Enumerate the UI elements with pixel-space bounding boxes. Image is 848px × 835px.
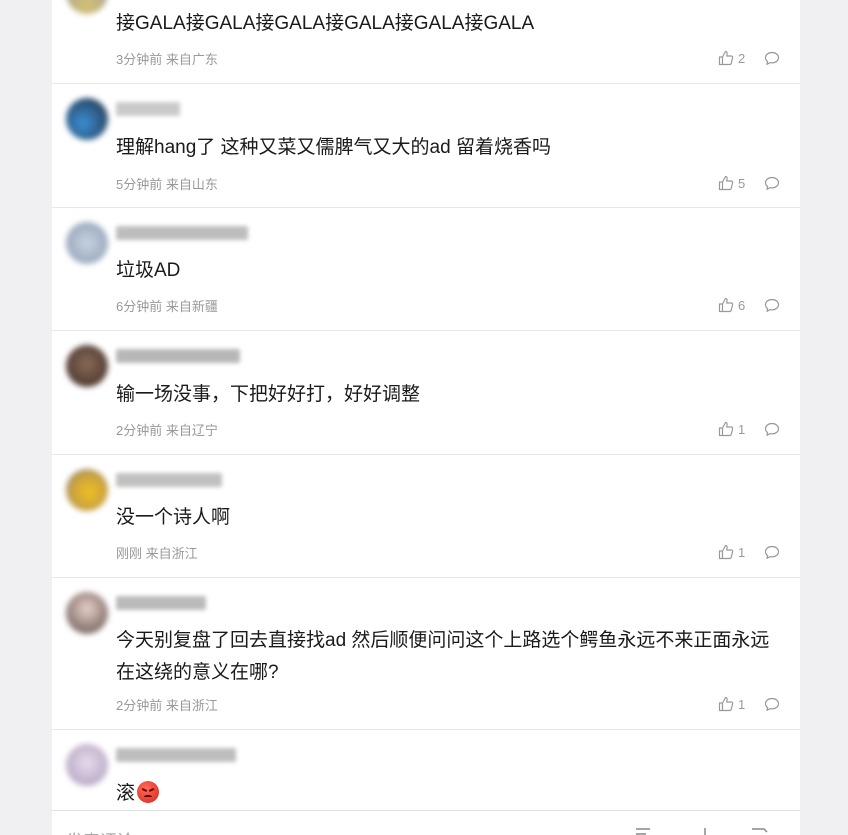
like-count: 1	[738, 696, 746, 712]
comment-actions: 5	[718, 174, 780, 192]
avatar[interactable]	[66, 592, 108, 634]
comment-meta: 刚刚 来自浙江	[116, 546, 198, 561]
thumbs-up-icon	[718, 297, 734, 313]
comment-text: 垃圾AD	[116, 260, 181, 281]
username[interactable]	[116, 596, 206, 610]
like-count: 1	[738, 421, 746, 437]
share-icon[interactable]	[750, 827, 770, 835]
like-count: 1	[738, 544, 746, 560]
avatar[interactable]	[66, 345, 108, 387]
comment-actions: 6	[718, 296, 780, 314]
comment-meta: 6分钟前 来自新疆	[116, 299, 218, 314]
comment-bubble-icon	[764, 176, 780, 190]
username[interactable]	[116, 102, 180, 116]
comment-item: 输一场没事，下把好好打，好好调整 2分钟前 来自辽宁 1	[52, 331, 800, 455]
like-button[interactable]: 1	[718, 696, 748, 712]
angry-face-emoji-icon	[137, 781, 160, 803]
comment-text: 理解hang了 这种又菜又儒脾气又大的ad 留着烧香吗	[116, 137, 551, 158]
comment-list-page: 接GALA接GALA接GALA接GALA接GALA接GALA 3分钟前 来自广东…	[52, 0, 800, 835]
username[interactable]	[116, 226, 248, 240]
comment-input[interactable]: 发表评论	[66, 827, 134, 835]
like-button[interactable]: 5	[718, 175, 748, 191]
comment-text: 接GALA接GALA接GALA接GALA接GALA接GALA	[116, 13, 535, 34]
like-icon[interactable]	[698, 827, 712, 835]
comment-actions: 1	[718, 695, 780, 713]
like-button[interactable]: 1	[718, 421, 748, 437]
like-count: 2	[738, 50, 746, 66]
comment-bubble-icon	[764, 51, 780, 65]
comment-text: 今天别复盘了回去直接找ad 然后顺便问问这个上路选个鳄鱼永远不来正面永远在这绕的…	[116, 630, 770, 683]
reply-button[interactable]	[764, 422, 780, 437]
avatar[interactable]	[66, 98, 108, 140]
thumbs-up-icon	[718, 50, 734, 66]
thumbs-up-icon	[718, 544, 734, 560]
comment-actions: 1	[718, 420, 780, 438]
comment-meta: 2分钟前 来自浙江	[116, 698, 218, 713]
comment-actions: 2	[718, 49, 780, 67]
comment-text: 滚	[116, 778, 786, 810]
comment-meta: 2分钟前 来自辽宁	[116, 423, 218, 438]
thumbs-up-icon	[718, 175, 734, 191]
thumbs-up-icon	[718, 421, 734, 437]
comment-actions: 1	[718, 543, 780, 561]
avatar[interactable]	[66, 469, 108, 511]
like-count: 6	[738, 297, 746, 313]
like-button[interactable]: 6	[718, 297, 748, 313]
comment-item: 理解hang了 这种又菜又儒脾气又大的ad 留着烧香吗 5分钟前 来自山东 5	[52, 84, 800, 208]
like-count: 5	[738, 175, 746, 191]
comment-item: 垃圾AD 6分钟前 来自新疆 6	[52, 208, 800, 331]
username[interactable]	[116, 473, 222, 487]
reply-button[interactable]	[764, 51, 780, 66]
comment-meta: 3分钟前 来自广东	[116, 52, 218, 67]
comment-bubble-icon	[764, 697, 780, 711]
reply-button[interactable]	[764, 298, 780, 313]
like-button[interactable]: 1	[718, 544, 748, 560]
comment-item: 今天别复盘了回去直接找ad 然后顺便问问这个上路选个鳄鱼永远不来正面永远在这绕的…	[52, 578, 800, 730]
comment-bubble-icon	[764, 298, 780, 312]
reply-button[interactable]	[764, 697, 780, 712]
username[interactable]	[116, 748, 236, 762]
reply-button[interactable]	[764, 545, 780, 560]
like-button[interactable]: 2	[718, 50, 748, 66]
avatar[interactable]	[66, 744, 108, 786]
edit-icon[interactable]	[634, 827, 654, 835]
comment-bubble-icon	[764, 422, 780, 436]
thumbs-up-icon	[718, 696, 734, 712]
reply-button[interactable]	[764, 176, 780, 191]
avatar[interactable]	[66, 0, 108, 14]
comment-item: 滚	[52, 730, 800, 810]
avatar[interactable]	[66, 222, 108, 264]
comment-text: 没一个诗人啊	[116, 507, 231, 528]
comment-text: 输一场没事，下把好好打，好好调整	[116, 384, 421, 405]
comment-bubble-icon	[764, 545, 780, 559]
comment-item: 接GALA接GALA接GALA接GALA接GALA接GALA 3分钟前 来自广东…	[52, 0, 800, 84]
comment-meta: 5分钟前 来自山东	[116, 177, 218, 192]
comment-composer-bar: 发表评论	[52, 810, 800, 835]
comment-item: 没一个诗人啊 刚刚 来自浙江 1	[52, 455, 800, 578]
username[interactable]	[116, 349, 240, 363]
